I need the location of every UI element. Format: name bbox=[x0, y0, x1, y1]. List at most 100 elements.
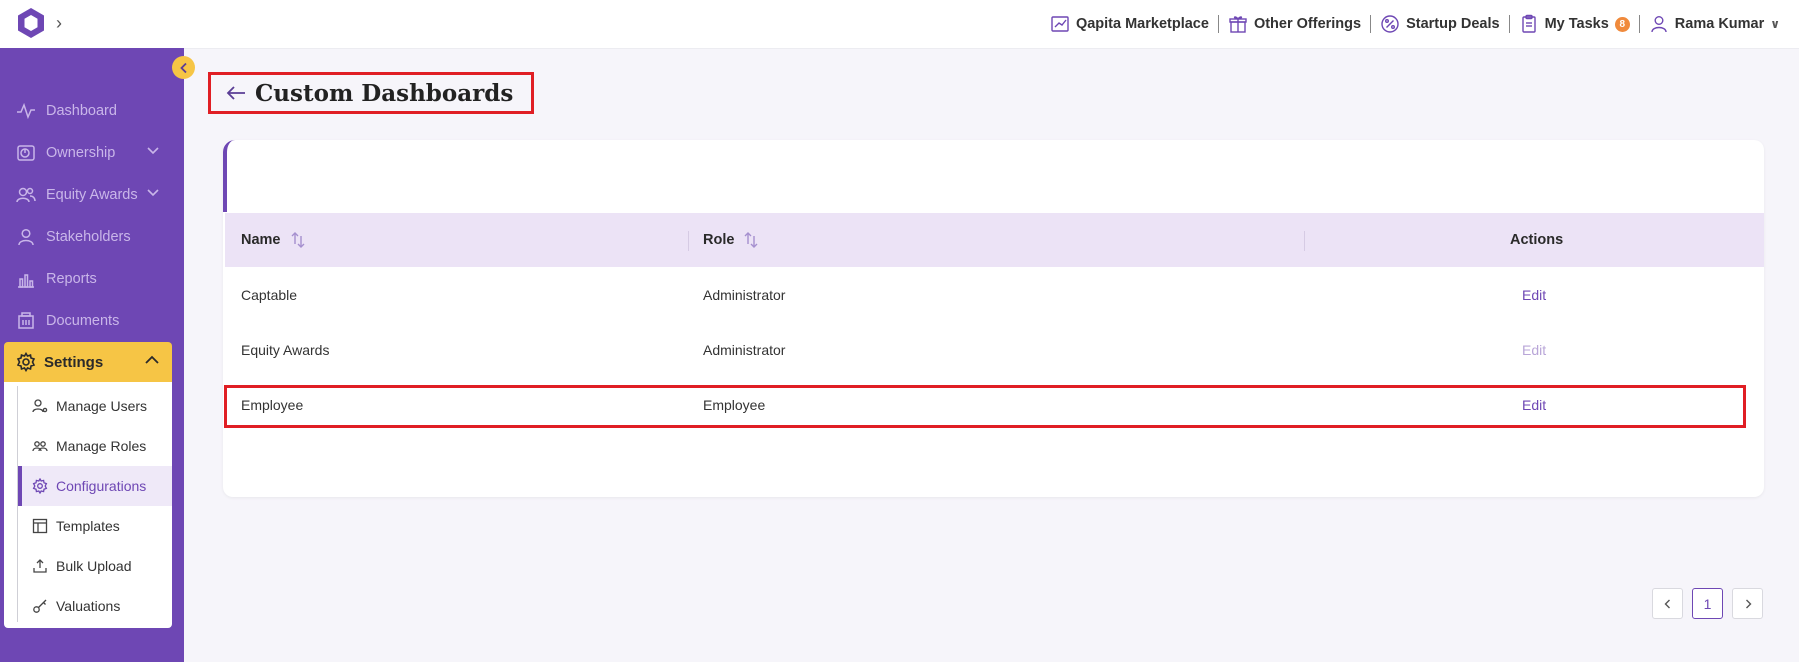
startup-deals-link[interactable]: Startup Deals bbox=[1371, 14, 1508, 34]
chevron-down-icon bbox=[147, 189, 159, 197]
clipboard-icon bbox=[1521, 14, 1536, 33]
table-row: Captable Administrator Edit bbox=[225, 267, 1764, 322]
pagination-page-button[interactable]: 1 bbox=[1692, 588, 1723, 619]
column-divider bbox=[688, 231, 689, 251]
upload-icon bbox=[33, 559, 47, 573]
sort-icon[interactable] bbox=[742, 230, 760, 250]
sidebar-item-stakeholders[interactable]: Stakeholders bbox=[0, 216, 184, 258]
pulse-icon bbox=[17, 102, 35, 120]
sidebar-item-label: Stakeholders bbox=[46, 229, 131, 245]
documents-icon bbox=[18, 312, 34, 329]
cell-role: Employee bbox=[703, 396, 766, 413]
submenu-item-label: Bulk Upload bbox=[56, 558, 132, 574]
bar-chart-icon bbox=[18, 274, 34, 288]
submenu-item-manage-roles[interactable]: Manage Roles bbox=[18, 426, 172, 466]
my-tasks-link[interactable]: My Tasks 8 bbox=[1510, 14, 1639, 34]
sidebar-item-reports[interactable]: Reports bbox=[0, 258, 184, 300]
gear-icon bbox=[32, 478, 48, 494]
back-arrow-icon[interactable] bbox=[225, 82, 247, 104]
submenu-item-label: Valuations bbox=[56, 598, 121, 614]
sidebar-item-documents[interactable]: Documents bbox=[0, 300, 184, 342]
table-row: Equity Awards Administrator Edit bbox=[225, 322, 1764, 377]
chevron-right-icon bbox=[1745, 599, 1751, 608]
submenu-item-label: Manage Roles bbox=[56, 438, 147, 454]
chevron-up-icon bbox=[145, 355, 159, 364]
user-name: Rama Kumar bbox=[1674, 16, 1765, 32]
sidebar-collapse-button[interactable] bbox=[172, 56, 195, 79]
page-header: Custom Dashboards bbox=[208, 72, 534, 114]
other-offerings-link[interactable]: Other Offerings bbox=[1219, 14, 1370, 34]
qapita-marketplace-link[interactable]: Qapita Marketplace bbox=[1041, 14, 1218, 34]
sidebar-item-settings[interactable]: Settings bbox=[4, 342, 172, 382]
column-header-label: Name bbox=[241, 232, 281, 248]
chevron-down-icon bbox=[147, 147, 159, 155]
chevron-down-icon: ∨ bbox=[1770, 17, 1780, 31]
group-icon bbox=[32, 441, 48, 452]
sidebar-item-label: Ownership bbox=[46, 145, 116, 161]
top-nav: Qapita Marketplace Other Offerings Start… bbox=[1041, 0, 1789, 48]
key-icon bbox=[33, 599, 47, 613]
cell-role: Administrator bbox=[703, 286, 786, 303]
submenu-item-configurations[interactable]: Configurations bbox=[18, 466, 172, 506]
chart-icon bbox=[1051, 16, 1069, 32]
column-header-label: Actions bbox=[1510, 232, 1564, 248]
expand-chevron-icon[interactable]: › bbox=[56, 13, 62, 34]
sidebar-item-label: Dashboard bbox=[46, 103, 117, 119]
column-header-role[interactable]: Role bbox=[703, 213, 760, 267]
settings-submenu: Manage Users Manage Roles Configurations… bbox=[4, 382, 172, 628]
cell-name: Equity Awards bbox=[241, 341, 330, 358]
sidebar-item-label: Documents bbox=[46, 313, 120, 329]
sort-icon[interactable] bbox=[289, 230, 307, 250]
column-header-actions: Actions bbox=[1510, 213, 1563, 267]
submenu-item-valuations[interactable]: Valuations bbox=[18, 586, 172, 626]
table-header: Name Role Actions bbox=[225, 213, 1764, 267]
pagination-prev-button[interactable] bbox=[1652, 588, 1683, 619]
cell-role: Administrator bbox=[703, 341, 786, 358]
edit-link[interactable]: Edit bbox=[1522, 267, 1546, 322]
card-toolbar bbox=[223, 140, 1764, 212]
submenu-item-label: Templates bbox=[56, 518, 120, 534]
percent-badge-icon bbox=[1381, 15, 1399, 33]
sidebar-item-dashboard[interactable]: Dashboard bbox=[0, 90, 184, 132]
sidebar-item-equity-awards[interactable]: Equity Awards bbox=[0, 174, 184, 216]
pie-icon bbox=[17, 145, 35, 161]
sidebar-item-label: Equity Awards bbox=[46, 187, 138, 203]
table-row: Employee Employee Edit bbox=[225, 377, 1764, 432]
template-icon bbox=[32, 518, 48, 534]
page-title: Custom Dashboards bbox=[255, 79, 514, 107]
settings-label: Settings bbox=[44, 353, 104, 371]
submenu-item-bulk-upload[interactable]: Bulk Upload bbox=[18, 546, 172, 586]
qapita-logo-icon[interactable] bbox=[14, 6, 48, 40]
chevron-left-icon bbox=[179, 62, 187, 73]
sidebar: Dashboard Ownership Equity Awards Stakeh… bbox=[0, 48, 184, 662]
user-menu[interactable]: Rama Kumar ∨ bbox=[1640, 14, 1789, 34]
task-count-badge: 8 bbox=[1614, 16, 1630, 32]
pagination-next-button[interactable] bbox=[1732, 588, 1763, 619]
startup-deals-label: Startup Deals bbox=[1406, 16, 1500, 32]
other-offerings-label: Other Offerings bbox=[1253, 16, 1362, 32]
submenu-item-label: Configurations bbox=[56, 478, 147, 494]
sidebar-item-ownership[interactable]: Ownership bbox=[0, 132, 184, 174]
edit-link[interactable]: Edit bbox=[1522, 377, 1546, 432]
gear-icon bbox=[16, 352, 36, 372]
submenu-item-label: Manage Users bbox=[56, 398, 148, 414]
submenu-item-manage-users[interactable]: Manage Users bbox=[18, 386, 172, 426]
user-settings-icon bbox=[32, 399, 48, 413]
top-bar: › Qapita Marketplace Other Offerings Sta… bbox=[0, 0, 1799, 49]
dashboards-table-card: Name Role Actions Captable Administrator… bbox=[223, 140, 1764, 619]
users-icon bbox=[16, 187, 36, 203]
user-icon bbox=[1651, 16, 1667, 33]
gift-icon bbox=[1229, 16, 1247, 33]
cell-name: Captable bbox=[241, 286, 298, 303]
user-icon bbox=[18, 228, 34, 246]
column-divider bbox=[1304, 231, 1305, 251]
chevron-left-icon bbox=[1664, 599, 1670, 608]
column-header-name[interactable]: Name bbox=[241, 213, 307, 267]
sidebar-item-label: Reports bbox=[46, 271, 97, 287]
submenu-item-templates[interactable]: Templates bbox=[18, 506, 172, 546]
column-header-label: Role bbox=[703, 232, 735, 248]
my-tasks-label: My Tasks bbox=[1544, 16, 1609, 32]
qapita-marketplace-label: Qapita Marketplace bbox=[1075, 16, 1209, 32]
edit-link[interactable]: Edit bbox=[1522, 322, 1546, 377]
cell-name: Employee bbox=[241, 396, 304, 413]
